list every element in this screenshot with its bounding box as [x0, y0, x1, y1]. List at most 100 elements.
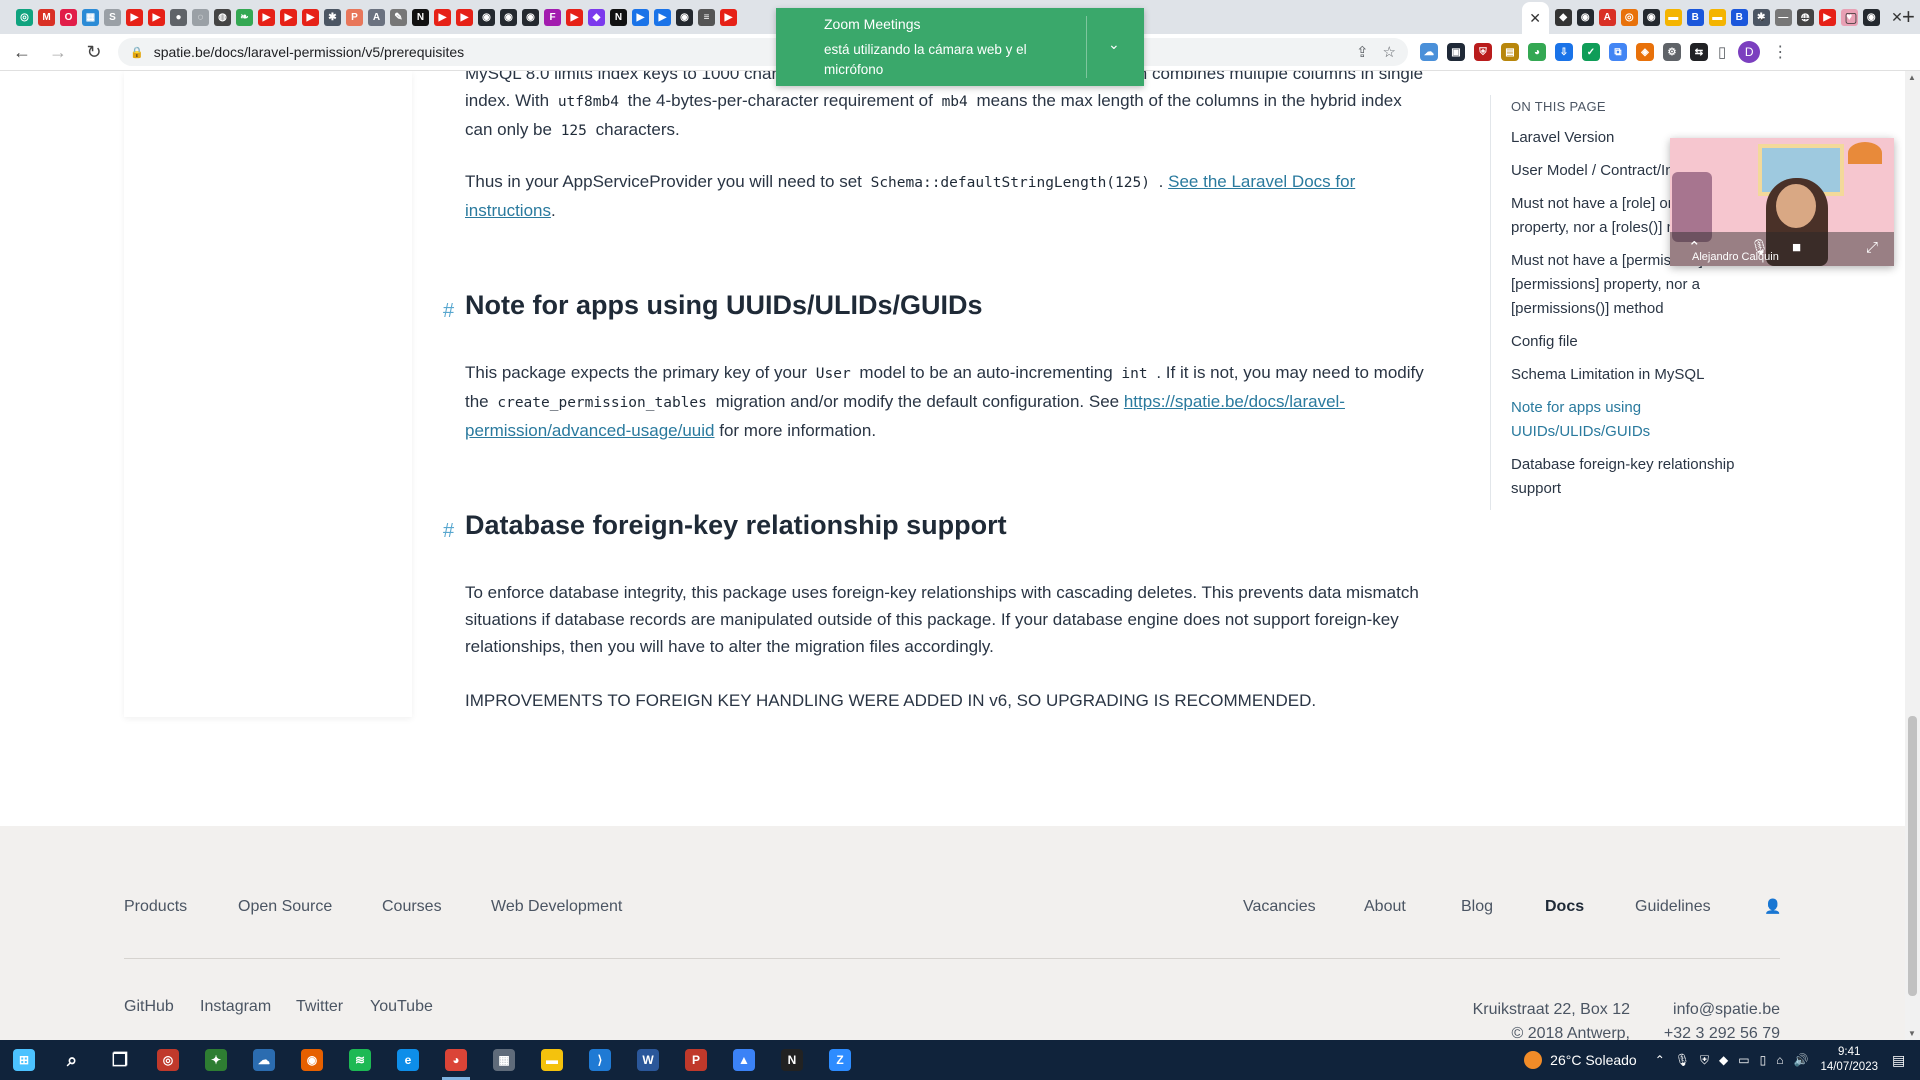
- footer-link-open-source[interactable]: Open Source: [238, 898, 332, 916]
- api-favicon[interactable]: A: [368, 8, 385, 26]
- file-explorer-icon[interactable]: ▬: [528, 1040, 576, 1080]
- youtube-favicon[interactable]: ▶: [302, 8, 319, 26]
- footer-email-link[interactable]: info@spatie.be: [1640, 998, 1780, 1022]
- opera-favicon[interactable]: O: [60, 8, 77, 26]
- user-account-icon[interactable]: 👤: [1764, 898, 1781, 915]
- cloud-extension-icon[interactable]: ☁: [1420, 43, 1438, 61]
- lock-icon[interactable]: 🔒: [130, 46, 144, 59]
- firefox-icon[interactable]: ◉: [288, 1040, 336, 1080]
- close-tab-icon[interactable]: ✕: [1529, 10, 1541, 27]
- diamond-favicon[interactable]: ◆: [588, 8, 605, 26]
- footer-link-products[interactable]: Products: [124, 898, 187, 916]
- scroll-up-arrow[interactable]: ▲: [1908, 73, 1916, 82]
- youtube-favicon[interactable]: ▶: [280, 8, 297, 26]
- folder-favicon[interactable]: ▬: [1664, 8, 1682, 26]
- footer-link-docs[interactable]: Docs: [1545, 898, 1584, 916]
- app-green-icon[interactable]: ✦: [192, 1040, 240, 1080]
- notion-app-icon[interactable]: N: [768, 1040, 816, 1080]
- notification-center-icon[interactable]: ▤: [1892, 1052, 1920, 1069]
- youtube-favicon[interactable]: ▶: [126, 8, 143, 26]
- footer-link-vacancies[interactable]: Vacancies: [1243, 898, 1316, 916]
- heading-anchor-link[interactable]: #: [443, 298, 454, 325]
- globe-favicon[interactable]: ◍: [214, 8, 231, 26]
- notification-expand-icon[interactable]: ⌄: [1108, 36, 1120, 53]
- toc-item[interactable]: Schema Limitation in MySQL: [1511, 363, 1770, 387]
- footer-link-github[interactable]: GitHub: [124, 998, 174, 1016]
- vscode-icon[interactable]: ⟩: [576, 1040, 624, 1080]
- zoom-app-icon[interactable]: Z: [816, 1040, 864, 1080]
- calculator-icon[interactable]: ▦: [480, 1040, 528, 1080]
- pen-favicon[interactable]: ✎: [390, 8, 407, 26]
- chatgpt-favicon[interactable]: ◎: [16, 8, 33, 26]
- side-panel-icon[interactable]: ▯: [1718, 43, 1726, 61]
- youtube-favicon[interactable]: ▶: [720, 8, 737, 26]
- puzzle-favicon[interactable]: ✱: [324, 8, 341, 26]
- browser-menu-icon[interactable]: ⋮: [1772, 42, 1788, 62]
- tab-search-button[interactable]: ⌄: [1742, 10, 1782, 24]
- minimize-button[interactable]: –: [1782, 9, 1828, 25]
- display-icon[interactable]: ▭: [1738, 1053, 1749, 1068]
- shield-extension-icon[interactable]: ⛨: [1474, 43, 1492, 61]
- toc-item[interactable]: Note for apps using UUIDs/ULIDs/GUIDs: [1511, 396, 1770, 444]
- active-tab[interactable]: ✕: [1521, 2, 1549, 34]
- battery-icon[interactable]: ▯: [1760, 1053, 1767, 1068]
- photos-icon[interactable]: ▲: [720, 1040, 768, 1080]
- swirl-favicon[interactable]: ◌: [192, 8, 209, 26]
- translate-extension-icon[interactable]: ⧉: [1609, 43, 1627, 61]
- toc-item[interactable]: Database foreign-key relationship suppor…: [1511, 453, 1770, 501]
- reload-button[interactable]: ↻: [80, 38, 108, 66]
- scrollbar-thumb[interactable]: [1908, 716, 1917, 996]
- footer-phone[interactable]: +32 3 292 56 79: [1640, 1022, 1780, 1040]
- app-swirl-icon[interactable]: ◎: [144, 1040, 192, 1080]
- gmail-favicon[interactable]: M: [38, 8, 55, 26]
- youtube-favicon[interactable]: ▶: [456, 8, 473, 26]
- scroll-down-arrow[interactable]: ▼: [1908, 1029, 1916, 1038]
- settings-extension-icon[interactable]: ⚙: [1663, 43, 1681, 61]
- video-favicon[interactable]: ▶: [632, 8, 649, 26]
- camera-icon[interactable]: ■: [1792, 239, 1801, 256]
- list-favicon[interactable]: ≡: [698, 8, 715, 26]
- github-favicon[interactable]: ◉: [1642, 8, 1660, 26]
- youtube-favicon[interactable]: ▶: [566, 8, 583, 26]
- microphone-icon[interactable]: 🎙: [1675, 1053, 1690, 1068]
- footer-link-web-development[interactable]: Web Development: [491, 898, 622, 916]
- profile-avatar[interactable]: D: [1738, 41, 1761, 63]
- arrow-favicon[interactable]: ◆: [1554, 8, 1572, 26]
- app-cloud-icon[interactable]: ☁: [240, 1040, 288, 1080]
- search-icon[interactable]: ⌕: [48, 1040, 96, 1080]
- bp-favicon[interactable]: B: [1686, 8, 1704, 26]
- tabs-extension-icon[interactable]: ⇆: [1690, 43, 1708, 61]
- zoom-video-tile[interactable]: ⌃ 🎙 ■ ⤢ Alejandro Calquin: [1670, 138, 1894, 266]
- github-favicon[interactable]: ◉: [478, 8, 495, 26]
- youtube-favicon[interactable]: ▶: [434, 8, 451, 26]
- github-favicon[interactable]: ◉: [676, 8, 693, 26]
- circle-favicon[interactable]: ◎: [1620, 8, 1638, 26]
- spotify-icon[interactable]: ≋: [336, 1040, 384, 1080]
- security-icon[interactable]: ⛨: [1700, 1053, 1709, 1068]
- footer-link-instagram[interactable]: Instagram: [200, 998, 271, 1016]
- chrome-icon[interactable]: ◕: [432, 1040, 480, 1080]
- frame-extension-icon[interactable]: ▣: [1447, 43, 1465, 61]
- heading-anchor-link[interactable]: #: [443, 518, 454, 545]
- share-icon[interactable]: ⇪: [1356, 43, 1369, 61]
- pdf-app-icon[interactable]: P: [672, 1040, 720, 1080]
- footer-link-blog[interactable]: Blog: [1461, 898, 1493, 916]
- acrobat-favicon[interactable]: A: [1598, 8, 1616, 26]
- gamepad-icon[interactable]: ◆: [1719, 1053, 1728, 1068]
- volume-icon[interactable]: 🔊: [1793, 1053, 1808, 1068]
- github-favicon[interactable]: ◉: [522, 8, 539, 26]
- network-icon[interactable]: ⌂: [1776, 1053, 1783, 1068]
- footer-link-twitter[interactable]: Twitter: [296, 998, 343, 1016]
- shield-check-extension-icon[interactable]: ✓: [1582, 43, 1600, 61]
- windows-start-icon[interactable]: ⊞: [0, 1040, 48, 1080]
- clock[interactable]: 9:41 14/07/2023: [1820, 1045, 1878, 1075]
- leaf-favicon[interactable]: ❧: [236, 8, 253, 26]
- tray-chevron-icon[interactable]: ⌃: [1655, 1053, 1665, 1068]
- tag-extension-icon[interactable]: ▤: [1501, 43, 1519, 61]
- back-button[interactable]: ←: [8, 38, 36, 66]
- maximize-button[interactable]: ▢: [1828, 9, 1874, 26]
- zoom-camera-notification[interactable]: Zoom Meetings está utilizando la cámara …: [776, 8, 1144, 86]
- grid-favicon[interactable]: ▦: [82, 8, 99, 26]
- bookmark-star-icon[interactable]: ☆: [1383, 43, 1396, 61]
- url-text[interactable]: spatie.be/docs/laravel-permission/v5/pre…: [154, 44, 464, 60]
